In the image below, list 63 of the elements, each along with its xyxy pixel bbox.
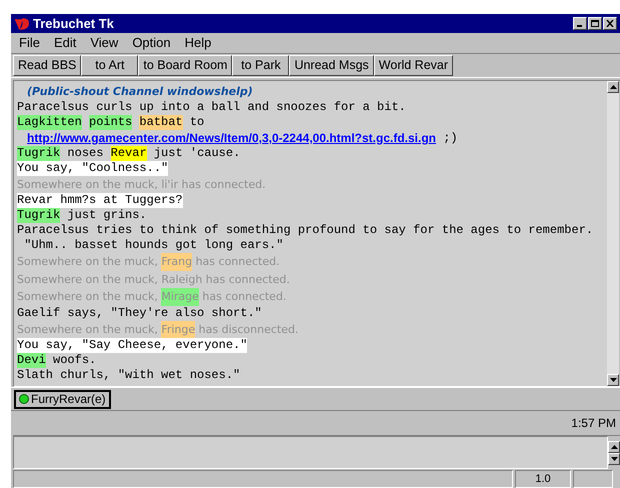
message-text: woofs. — [52, 353, 96, 368]
message-text: (Public-shout Channel windowshelp) — [27, 84, 253, 100]
message-text: You say, "Say Cheese, everyone." — [17, 338, 248, 354]
menu-item[interactable]: Option — [128, 33, 175, 53]
menu-item[interactable]: File — [15, 33, 44, 53]
player-name: Frang — [161, 253, 192, 271]
menu-item[interactable]: Edit — [50, 33, 80, 53]
message-text: has connected. — [201, 289, 286, 306]
message-text: ;) — [442, 130, 458, 146]
message-text: Revar hmm?s at Tuggers? — [17, 193, 183, 208]
clock-time: 1:57 PM — [571, 415, 616, 432]
link[interactable]: http://www.gamecenter.com/News/Item/0,3,0-2244,00.html?st.gc.fd.si.gn — [27, 130, 436, 146]
scroll-down-button[interactable] — [608, 452, 620, 465]
maximize-icon[interactable] — [588, 17, 602, 30]
player-name: Devi — [17, 353, 46, 368]
message-text: Somewhere on the muck, Raleigh has connected. — [17, 272, 290, 288]
message-text: Paracelsus curls up into a ball and snoozes for a bit. — [17, 100, 406, 115]
player-name: Tugrik — [17, 146, 60, 161]
player-name: points — [89, 114, 132, 130]
toolbar-button[interactable]: to Board Room — [138, 54, 232, 76]
message-text: Gaelif says, "They're also short." — [17, 306, 262, 321]
player-name: Mirage — [161, 288, 199, 306]
message-text: Somewhere on the muck, — [17, 254, 159, 270]
message-text: has connected. — [194, 254, 280, 270]
toolbar-button[interactable]: to Art — [81, 54, 138, 76]
toolbar-button[interactable]: World Revar — [374, 54, 454, 76]
status-dot-icon — [19, 394, 29, 404]
message-text: just 'cause. — [152, 146, 240, 161]
message-text: has disconnected. — [198, 322, 298, 338]
message-text: Somewhere on the muck, — [17, 289, 159, 306]
world-tab[interactable]: FurryRevar(e) — [14, 390, 111, 409]
message-text: Somewhere on the muck, li'ir has connected. — [17, 176, 266, 193]
triangle-up-icon — [610, 444, 618, 449]
toolbar-button[interactable]: Read BBS — [13, 54, 82, 76]
line-number: 1.0 — [515, 470, 571, 488]
message-text: to — [188, 114, 204, 130]
player-name: batbat — [139, 114, 183, 130]
toolbar-button[interactable]: to Park — [232, 54, 290, 76]
scroll-up-button[interactable] — [607, 80, 619, 93]
player-name: Lagkitten — [17, 114, 82, 130]
message-text: Somewhere on the muck, — [17, 322, 159, 338]
player-name: Fringe — [161, 320, 196, 338]
message-text: Paracelsus tries to think of something profound to say for the ages to remember. — [17, 223, 594, 238]
player-name: Revar — [110, 146, 147, 161]
scroll-down-button[interactable] — [607, 374, 619, 386]
triangle-down-icon — [610, 378, 616, 382]
minimize-icon[interactable] — [573, 17, 587, 30]
toolbar-button[interactable]: Unread Msgs — [289, 54, 374, 76]
message-text: You say, "Coolness.." — [17, 160, 168, 176]
scroll-up-button[interactable] — [608, 440, 620, 453]
message-text: "Uhm.. basset hounds got long ears." — [23, 238, 284, 254]
input-field[interactable] — [13, 436, 608, 469]
message-text: just grins. — [66, 208, 147, 224]
menu-item[interactable]: View — [86, 33, 122, 53]
window-title: Trebuchet Tk — [33, 14, 114, 33]
status-panel — [573, 470, 613, 488]
triangle-down-icon — [610, 456, 618, 461]
message-text: noses — [66, 146, 104, 161]
player-name: Tugrik — [17, 208, 60, 224]
triangle-up-icon — [610, 84, 616, 89]
menu-item[interactable]: Help — [180, 33, 216, 53]
message-text: Slath churls, "with wet noses." — [17, 368, 240, 384]
close-icon[interactable] — [603, 17, 617, 30]
